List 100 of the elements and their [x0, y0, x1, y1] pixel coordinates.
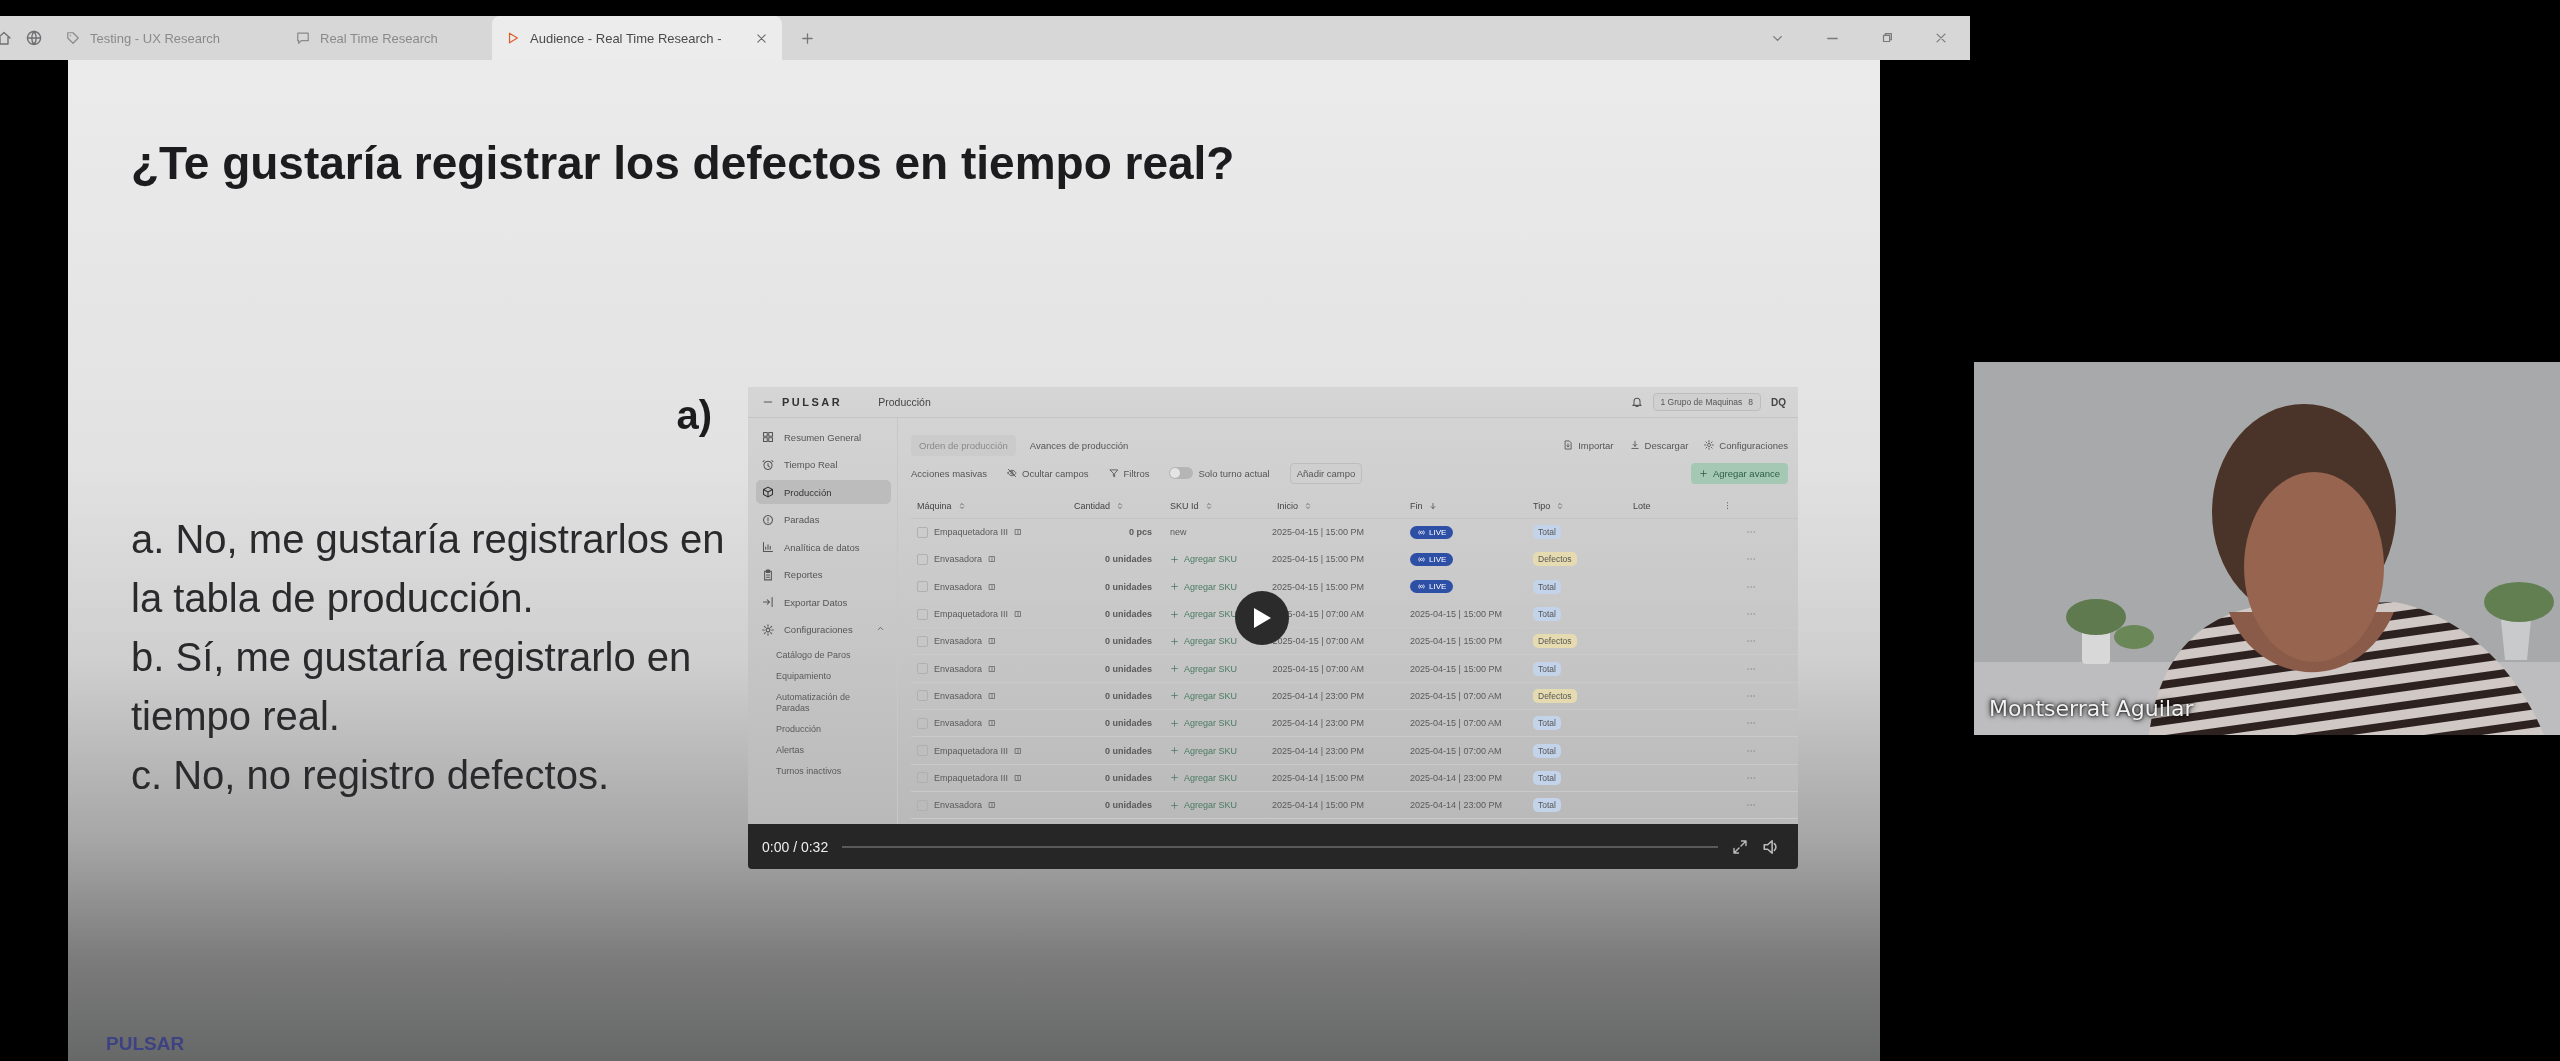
add-progress-button[interactable]: Agregar avance	[1690, 462, 1788, 484]
sidebar-item[interactable]: Analítica de datos	[756, 535, 891, 559]
sidebar-subitem[interactable]: Producción	[776, 719, 871, 740]
sidebar-item[interactable]: Tiempo Real	[756, 452, 891, 477]
end-date: 2025-04-15 | 15:00 PM	[1410, 609, 1502, 620]
plus-icon	[1170, 800, 1179, 810]
row-checkbox[interactable]	[917, 635, 928, 647]
row-checkbox[interactable]	[917, 608, 928, 620]
add-field-button[interactable]: Añadir campo	[1289, 462, 1363, 484]
fullscreen-icon[interactable]	[1732, 838, 1748, 855]
sort-icon[interactable]	[1116, 502, 1125, 510]
home-icon[interactable]	[0, 30, 12, 46]
toolbar-button[interactable]: Filtros	[1108, 467, 1150, 479]
add-sku-link[interactable]: Agregar SKU	[1170, 772, 1238, 783]
sidebar-item[interactable]: Paradas	[756, 507, 891, 532]
action-link[interactable]: Configuraciones	[1704, 439, 1788, 451]
sidebar-subitem[interactable]: Alertas	[776, 740, 871, 761]
clipboard-icon	[762, 568, 774, 581]
filter-icon	[1108, 468, 1119, 478]
type-tag: Total	[1533, 661, 1561, 676]
toolbar-button[interactable]: Ocultar campos	[1007, 467, 1089, 479]
sort-icon[interactable]	[1556, 502, 1565, 510]
sidebar-item[interactable]: Configuraciones	[756, 617, 891, 642]
add-sku-link[interactable]: Agregar SKU	[1170, 800, 1238, 811]
participant-name: Montserrat Aguilar	[1989, 696, 2194, 721]
bar-chart-icon	[762, 541, 774, 553]
browser-tab[interactable]: Real Time Research	[282, 16, 492, 60]
end-date: 2025-04-14 | 23:00 PM	[1410, 800, 1502, 811]
broadcast-icon	[1417, 554, 1426, 564]
machine-name: Empaquetadora III	[934, 527, 1009, 538]
sidebar-item[interactable]: Resumen General	[756, 425, 891, 449]
page-title: Producción	[878, 396, 931, 408]
sort-icon[interactable]	[1204, 502, 1213, 510]
start-date: 2025-04-15 | 15:00 PM	[1272, 581, 1364, 592]
user-initials[interactable]: DQ	[1771, 396, 1786, 408]
machine-name: Envasadora	[934, 581, 983, 592]
machine-name: Envasadora	[934, 636, 983, 647]
row-checkbox[interactable]	[917, 553, 928, 565]
app-logo: PULSAR	[782, 396, 843, 408]
add-sku-link[interactable]: Agregar SKU	[1170, 609, 1238, 620]
machine-name: Envasadora	[934, 718, 983, 729]
sort-icon[interactable]	[957, 502, 966, 510]
column-header: Inicio	[1277, 501, 1298, 511]
view-tab[interactable]: Orden de producción	[911, 434, 1016, 456]
close-icon[interactable]	[755, 31, 768, 45]
sidebar-subitem[interactable]: Automatización de Paradas	[776, 687, 871, 719]
toggle-switch[interactable]	[1169, 467, 1194, 479]
sidebar-subitem[interactable]: Catálogo de Paros	[776, 645, 871, 666]
plus-icon	[1170, 554, 1179, 564]
quantity-text: 0 unidades	[1105, 745, 1152, 756]
machine-group-selector[interactable]: 1 Grupo de Maquinas 8	[1652, 393, 1761, 411]
browser-tab[interactable]: Testing - UX Research	[52, 16, 282, 60]
add-sku-link[interactable]: Agregar SKU	[1170, 745, 1238, 756]
add-sku-link[interactable]: Agregar SKU	[1170, 636, 1238, 647]
sidebar-item[interactable]: Reportes	[756, 562, 891, 587]
file-import-icon	[1563, 440, 1574, 450]
machine-name: Envasadora	[934, 554, 983, 565]
column-header: Máquina	[917, 501, 952, 511]
machine-name: Envasadora	[934, 690, 983, 701]
progress-bar[interactable]	[842, 845, 1718, 848]
type-tag: Total	[1533, 607, 1561, 622]
info-icon	[988, 801, 997, 810]
chat-icon	[296, 31, 310, 45]
sidebar-subitem[interactable]: Turnos inactivos	[776, 761, 871, 782]
sidebar-subitem[interactable]: Equipamiento	[776, 666, 871, 687]
machine-name: Envasadora	[934, 663, 983, 674]
row-checkbox[interactable]	[917, 526, 928, 538]
action-link[interactable]: Descargar	[1629, 439, 1689, 451]
row-checkbox[interactable]	[917, 581, 928, 593]
action-link[interactable]: Importar	[1563, 439, 1614, 451]
sidebar-item[interactable]: Exportar Datos	[756, 590, 891, 614]
add-sku-link[interactable]: Agregar SKU	[1170, 663, 1238, 674]
column-header: Cantidad	[1074, 501, 1111, 511]
machine-name: Envasadora	[934, 800, 983, 811]
sort-down-icon[interactable]	[1428, 502, 1437, 510]
bell-icon[interactable]	[1630, 396, 1643, 408]
restore-icon[interactable]	[1880, 30, 1894, 45]
info-icon	[1014, 610, 1023, 619]
type-tag: Total	[1533, 579, 1561, 594]
column-header: SKU Id	[1170, 501, 1199, 511]
add-sku-link[interactable]: Agregar SKU	[1170, 581, 1238, 592]
sort-icon[interactable]	[1304, 502, 1312, 510]
column-header: Fin	[1410, 501, 1423, 511]
column-header: Lote	[1633, 501, 1651, 511]
end-date: 2025-04-15 | 07:00 AM	[1410, 718, 1502, 729]
play-icon	[506, 31, 520, 45]
toolbar-button[interactable]: Acciones masivas	[911, 467, 988, 479]
plus-icon[interactable]	[800, 30, 815, 46]
globe-icon[interactable]	[26, 30, 42, 46]
start-date: 2025-04-14 | 15:00 PM	[1272, 772, 1364, 783]
cube-icon	[762, 486, 774, 498]
add-sku-link[interactable]: Agregar SKU	[1170, 718, 1238, 729]
info-icon	[988, 555, 997, 564]
add-sku-link[interactable]: Agregar SKU	[1170, 690, 1238, 701]
browser-tab[interactable]: Audience - Real Time Research -	[492, 16, 782, 60]
plus-icon	[1170, 691, 1179, 701]
volume-icon[interactable]	[1762, 837, 1780, 856]
add-sku-link[interactable]: Agregar SKU	[1170, 554, 1238, 565]
sidebar-item[interactable]: Producción	[756, 480, 891, 504]
view-tab[interactable]: Avances de producción	[1021, 434, 1137, 456]
